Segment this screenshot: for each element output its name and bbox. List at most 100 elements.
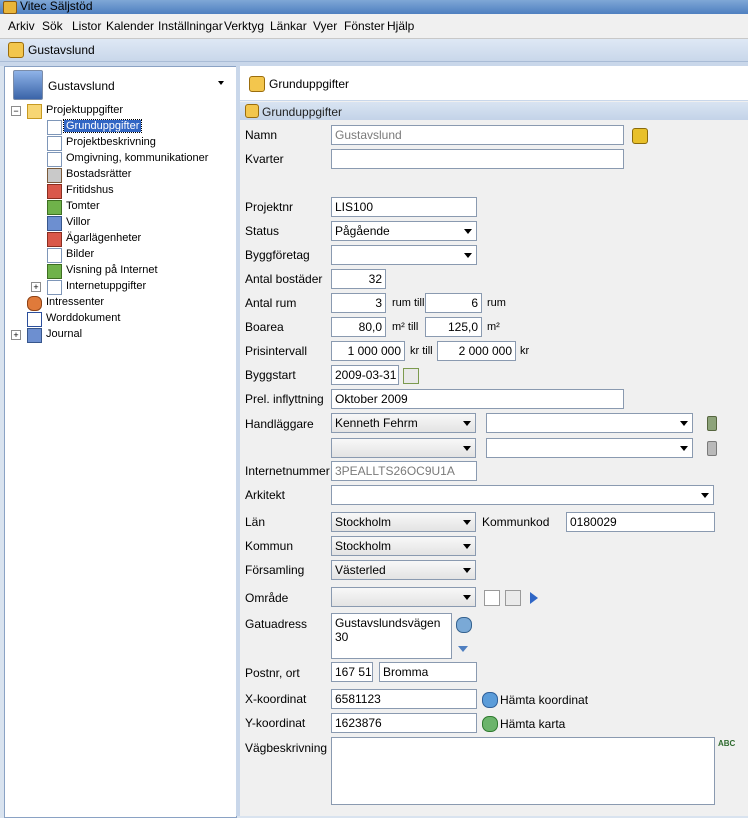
status-select[interactable]: Pågående (331, 221, 477, 241)
omrade-label: Område (245, 591, 289, 605)
kvarter-field[interactable] (331, 149, 624, 169)
prisintervall-label: Prisintervall (245, 344, 308, 358)
internetnummer-label: Internetnummer (245, 464, 330, 478)
menu-installningar[interactable]: Inställningar (158, 19, 223, 33)
kommun-value: Stockholm (335, 539, 392, 553)
vagbeskrivning-label: Vägbeskrivning (245, 741, 328, 755)
boarea-label: Boarea (245, 320, 284, 334)
tree-label: Intressenter (46, 296, 105, 308)
chevron-down-icon (680, 446, 688, 451)
boarea-to-field[interactable]: 125,0 (425, 317, 482, 337)
page-icon (47, 136, 62, 151)
app-icon (3, 1, 17, 14)
menu-fonster[interactable]: Fönster (344, 19, 385, 33)
project-icon (249, 76, 265, 92)
inflyttning-field[interactable]: Oktober 2009 (331, 389, 624, 409)
person-icon (27, 296, 42, 311)
hamta-karta-link[interactable]: Hämta karta (500, 717, 565, 731)
play-icon[interactable] (530, 592, 538, 604)
menu-listor[interactable]: Listor (72, 19, 101, 33)
journal-icon (27, 328, 42, 343)
arrow-down-icon[interactable] (458, 646, 468, 652)
antal-bostader-field[interactable]: 32 (331, 269, 386, 289)
chevron-down-icon (701, 493, 709, 498)
boarea-unit: m² (487, 321, 500, 333)
expand-icon[interactable]: + (11, 330, 21, 340)
forsamling-select[interactable]: Västerled (331, 560, 476, 580)
gatuadress-field[interactable]: Gustavslundsvägen 30 (331, 613, 452, 659)
menu-arkiv[interactable]: Arkiv (8, 19, 35, 33)
byggforetag-select[interactable] (331, 245, 477, 265)
building-icon (13, 70, 43, 100)
apartment-building-icon (47, 168, 62, 183)
ykoord-field[interactable]: 1623876 (331, 713, 477, 733)
word-document-icon (27, 312, 42, 327)
pris-from-field[interactable]: 1 000 000 (331, 341, 405, 361)
spellcheck-icon[interactable]: ABC (718, 739, 735, 753)
tree-label: Omgivning, kommunikationer (66, 152, 209, 164)
tree-label: Worddokument (46, 312, 121, 324)
status-value: Pågående (335, 224, 390, 238)
phone-icon[interactable] (707, 416, 717, 431)
phone-icon[interactable] (707, 441, 717, 456)
handlaggare-select-2[interactable] (331, 438, 476, 458)
tree-label: Visning på Internet (66, 264, 158, 276)
menu-hjalp[interactable]: Hjälp (387, 19, 414, 33)
internetnummer-field[interactable]: 3PEALLTS26OC9U1A (331, 461, 477, 481)
document-tab[interactable]: Gustavslund (28, 43, 95, 57)
apartment-icon (47, 232, 62, 247)
tree-label: Grunduppgifter (62, 119, 143, 133)
namn-field[interactable]: Gustavslund (331, 125, 624, 145)
xkoord-field[interactable]: 6581123 (331, 689, 477, 709)
antal-rum-from-field[interactable]: 3 (331, 293, 386, 313)
expand-icon[interactable]: + (31, 282, 41, 292)
collapse-icon[interactable]: − (11, 106, 21, 116)
postnr-field[interactable]: 167 51 (331, 662, 373, 682)
byggstart-field[interactable]: 2009-03-31 (331, 365, 399, 385)
arkitekt-select[interactable] (331, 485, 714, 505)
projektnr-field[interactable]: LIS100 (331, 197, 477, 217)
lock-icon[interactable] (632, 128, 648, 144)
calendar-icon[interactable] (403, 368, 419, 384)
vagbeskrivning-field[interactable] (331, 737, 715, 805)
handlaggare-contact-select-2[interactable] (486, 438, 693, 458)
tree-label: Villor (66, 216, 91, 228)
antal-rum-to-field[interactable]: 6 (425, 293, 482, 313)
chevron-down-icon (463, 544, 471, 549)
omrade-select[interactable] (331, 587, 476, 607)
antal-bostader-label: Antal bostäder (245, 272, 323, 286)
boarea-from-field[interactable]: 80,0 (331, 317, 386, 337)
address-lookup-icon[interactable] (456, 617, 472, 633)
globe-icon[interactable] (482, 692, 498, 708)
boarea-till-label: m² till (392, 321, 419, 333)
project-selector-value: Gustavslund (48, 79, 115, 93)
postnr-label: Postnr, ort (245, 666, 300, 680)
chevron-down-icon (464, 253, 472, 258)
new-document-icon[interactable] (484, 590, 500, 606)
menu-lankar[interactable]: Länkar (270, 19, 307, 33)
chevron-down-icon (463, 421, 471, 426)
lan-select[interactable]: Stockholm (331, 512, 476, 532)
project-selector[interactable]: Gustavslund (10, 69, 232, 100)
map-globe-icon[interactable] (482, 716, 498, 732)
menu-kalender[interactable]: Kalender (106, 19, 154, 33)
tree-label: Fritidshus (66, 184, 114, 196)
documents-icon[interactable] (505, 590, 521, 606)
page-icon (47, 152, 62, 167)
handlaggare-select-1[interactable]: Kenneth Fehrm (331, 413, 476, 433)
menu-vyer[interactable]: Vyer (313, 19, 337, 33)
projektnr-label: Projektnr (245, 200, 294, 214)
antal-rum-unit: rum (487, 297, 506, 309)
kommun-select[interactable]: Stockholm (331, 536, 476, 556)
hamta-koordinat-link[interactable]: Hämta koordinat (500, 693, 588, 707)
byggstart-label: Byggstart (245, 368, 296, 382)
pris-to-field[interactable]: 2 000 000 (437, 341, 516, 361)
menu-verktyg[interactable]: Verktyg (224, 19, 264, 33)
handlaggare-contact-select-1[interactable] (486, 413, 693, 433)
lan-label: Län (245, 515, 266, 529)
menu-sok[interactable]: Sök (42, 19, 63, 33)
kommunkod-field[interactable]: 0180029 (566, 512, 715, 532)
chevron-down-icon (463, 446, 471, 451)
ort-field[interactable]: Bromma (379, 662, 477, 682)
chevron-down-icon[interactable] (218, 81, 224, 85)
